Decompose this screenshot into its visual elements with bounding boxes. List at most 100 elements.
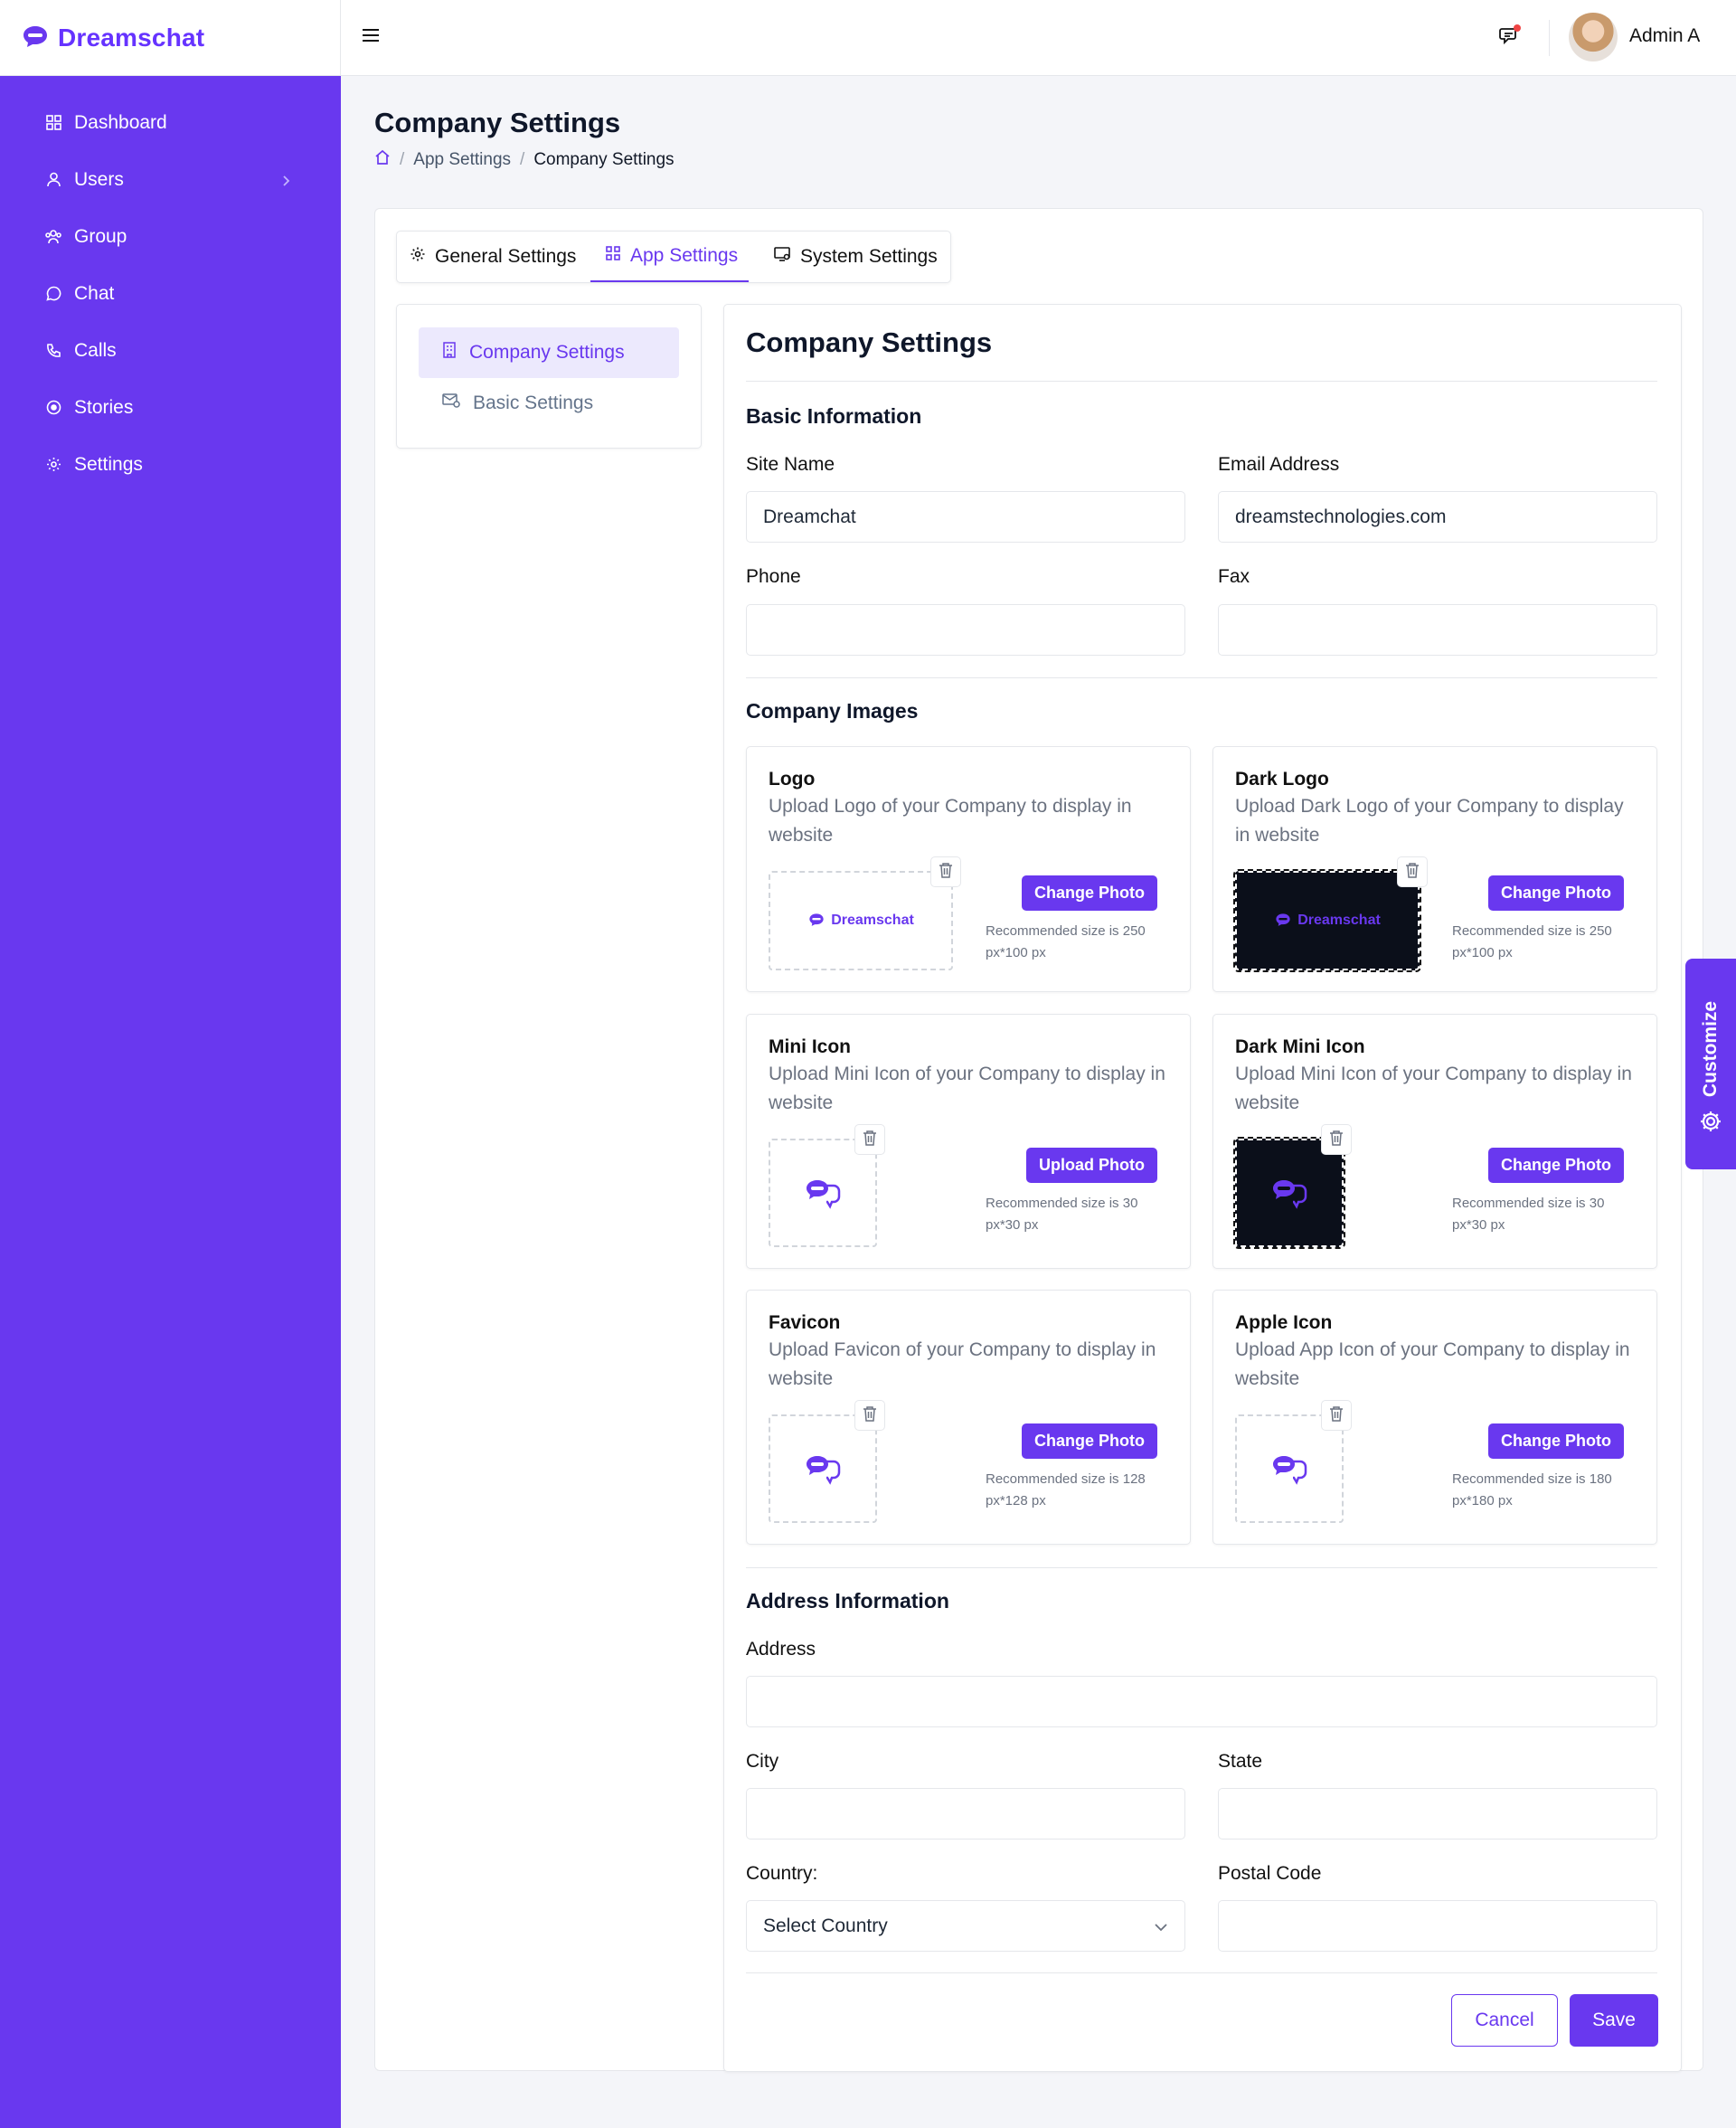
address-input[interactable]	[746, 1676, 1657, 1727]
delete-dark-logo-button[interactable]	[1397, 856, 1428, 887]
sidebar-item-group[interactable]: Group	[0, 208, 341, 265]
building-icon	[442, 342, 457, 364]
trash-icon	[863, 1130, 877, 1150]
recommended-size-text: Recommended size is 128 px*128 px	[986, 1471, 1146, 1509]
sidebar-item-chat[interactable]: Chat	[0, 265, 341, 322]
logo-upload-card: Logo Upload Logo of your Company to disp…	[746, 746, 1191, 992]
trash-icon	[1329, 1405, 1344, 1426]
apps-icon	[605, 245, 621, 267]
sidebar-item-dashboard[interactable]: Dashboard	[0, 94, 341, 151]
sidebar-item-settings[interactable]: Settings	[0, 436, 341, 493]
submenu-basic-settings[interactable]: Basic Settings	[419, 378, 679, 429]
site-name-label: Site Name	[746, 454, 835, 475]
recommended-size-text: Recommended size is 250 px*100 px	[986, 923, 1146, 960]
breadcrumb-separator: /	[520, 150, 525, 169]
top-header: Admin A	[341, 0, 1736, 76]
divider	[746, 1567, 1657, 1568]
submenu-company-settings[interactable]: Company Settings	[419, 327, 679, 378]
delete-favicon-button[interactable]	[854, 1400, 885, 1431]
address-information-heading: Address Information	[746, 1589, 949, 1613]
customize-button[interactable]: Customize	[1685, 959, 1736, 1169]
sidebar-item-users[interactable]: Users	[0, 151, 341, 208]
home-icon[interactable]	[374, 149, 391, 171]
brand-logo[interactable]: Dreamschat	[0, 0, 341, 76]
sidebar-item-calls[interactable]: Calls	[0, 322, 341, 379]
upload-photo-button[interactable]: Upload Photo	[1026, 1148, 1157, 1183]
country-label: Country:	[746, 1863, 818, 1884]
cancel-button[interactable]: Cancel	[1451, 1994, 1558, 2047]
dark-mini-icon-preview	[1233, 1137, 1345, 1249]
dashboard-icon	[45, 115, 61, 131]
country-select[interactable]: Select Country	[746, 1900, 1185, 1952]
state-input[interactable]	[1218, 1788, 1657, 1840]
logo-preview-image: Dreamschat	[807, 912, 914, 930]
monitor-icon	[773, 246, 791, 268]
favicon-upload-card: Favicon Upload Favicon of your Company t…	[746, 1290, 1191, 1545]
tab-general-settings[interactable]: General Settings	[410, 232, 576, 282]
fax-label: Fax	[1218, 566, 1250, 587]
customize-label-wrap: Customize	[1685, 986, 1736, 1112]
dreamschat-chat-icon	[807, 1180, 841, 1209]
sidebar-item-label: Chat	[74, 282, 115, 304]
email-address-input[interactable]	[1218, 491, 1657, 543]
city-input[interactable]	[746, 1788, 1185, 1840]
fax-input[interactable]	[1218, 604, 1657, 656]
trash-icon	[1405, 862, 1420, 883]
header-divider	[1549, 20, 1550, 56]
favicon-preview	[769, 1414, 877, 1523]
phone-label: Phone	[746, 566, 801, 587]
recommended-size-text: Recommended size is 180 px*180 px	[1452, 1471, 1612, 1509]
apple-icon-preview	[1235, 1414, 1344, 1523]
logo-preview: Dreamschat	[769, 871, 953, 970]
submenu-label: Company Settings	[469, 342, 625, 363]
mini-icon-preview	[769, 1139, 877, 1247]
customize-label: Customize	[1700, 1000, 1721, 1098]
sidebar-item-stories[interactable]: Stories	[0, 379, 341, 436]
basic-information-heading: Basic Information	[746, 404, 922, 428]
postal-code-input[interactable]	[1218, 1900, 1657, 1952]
delete-dark-mini-icon-button[interactable]	[1321, 1124, 1352, 1155]
card-description: Upload Mini Icon of your Company to disp…	[1235, 1064, 1632, 1113]
change-photo-button[interactable]: Change Photo	[1022, 875, 1157, 911]
country-select-value: Select Country	[763, 1915, 888, 1936]
sidebar-item-label: Stories	[74, 396, 134, 418]
sidebar-item-label: Settings	[74, 453, 143, 475]
trash-icon	[863, 1405, 877, 1426]
delete-logo-button[interactable]	[930, 856, 961, 887]
phone-input[interactable]	[746, 604, 1185, 656]
tab-app-settings[interactable]: App Settings	[590, 232, 750, 282]
avatar[interactable]	[1569, 13, 1618, 61]
mail-settings-icon	[442, 392, 460, 414]
dreamschat-chat-icon	[807, 1456, 841, 1485]
form-title: Company Settings	[746, 326, 993, 358]
tab-label: App Settings	[630, 245, 739, 266]
change-photo-button[interactable]: Change Photo	[1488, 1423, 1624, 1459]
sidebar-item-label: Users	[74, 168, 124, 190]
tab-system-settings[interactable]: System Settings	[773, 232, 938, 282]
hamburger-menu-icon[interactable]	[361, 27, 381, 48]
user-name[interactable]: Admin A	[1629, 25, 1700, 47]
chevron-down-icon	[1154, 1915, 1168, 1937]
dreamschat-chat-icon	[1273, 1180, 1307, 1209]
sidebar: Dashboard Users Group Chat Calls Stories…	[0, 76, 341, 2128]
card-title: Logo	[769, 769, 816, 790]
save-button[interactable]: Save	[1570, 1994, 1658, 2047]
divider	[746, 1972, 1657, 1973]
mini-icon-upload-card: Mini Icon Upload Mini Icon of your Compa…	[746, 1014, 1191, 1269]
card-title: Dark Logo	[1235, 769, 1329, 790]
change-photo-button[interactable]: Change Photo	[1488, 1148, 1624, 1183]
trash-icon	[939, 862, 953, 883]
delete-apple-icon-button[interactable]	[1321, 1400, 1352, 1431]
breadcrumb-app-settings[interactable]: App Settings	[413, 150, 511, 170]
user-icon	[45, 172, 61, 188]
city-label: City	[746, 1751, 779, 1772]
company-images-heading: Company Images	[746, 699, 919, 723]
card-title: Favicon	[769, 1312, 841, 1333]
site-name-input[interactable]	[746, 491, 1185, 543]
dark-logo-preview: Dreamschat	[1233, 869, 1421, 972]
chat-icon	[45, 286, 61, 302]
delete-mini-icon-button[interactable]	[854, 1124, 885, 1155]
change-photo-button[interactable]: Change Photo	[1488, 875, 1624, 911]
change-photo-button[interactable]: Change Photo	[1022, 1423, 1157, 1459]
settings-icon	[45, 457, 61, 473]
